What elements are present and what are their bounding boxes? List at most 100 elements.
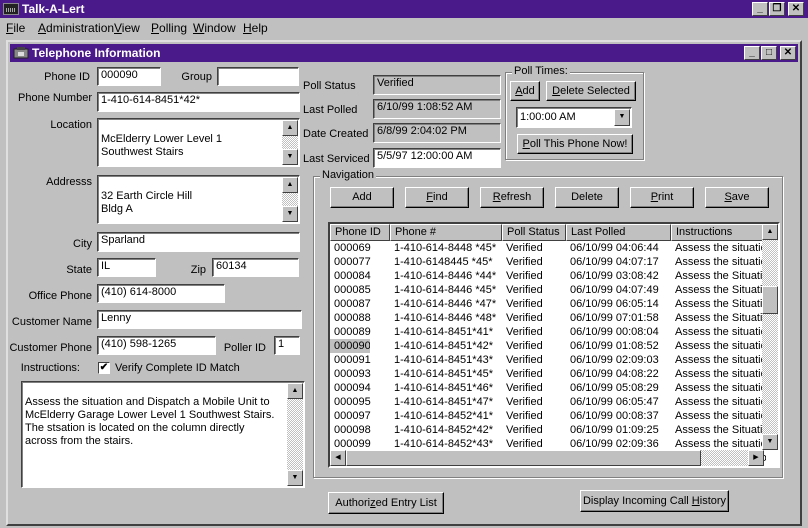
child-maximize-button[interactable]: □ [761,46,777,60]
customer-name-field[interactable]: Lenny [97,310,302,329]
office-phone-label: Office Phone [28,290,92,302]
table-cell: 1-410-614-8446 *48* [394,312,497,324]
group-field[interactable] [217,67,299,86]
verify-id-checkbox[interactable]: ✔ [98,362,110,374]
scroll-up-icon[interactable]: ▲ [762,224,778,240]
scroll-down-icon[interactable]: ▼ [287,470,303,486]
phone-id-field[interactable]: 000090 [97,67,161,86]
menu-help[interactable]: Help [243,21,268,35]
scroll-up-icon[interactable]: ▲ [282,120,298,136]
table-cell: 1-410-614-8452*42* [394,424,494,436]
nav-refresh-button[interactable]: Refresh [480,187,544,208]
poll-this-phone-now-button[interactable]: Poll This Phone Now! [517,134,633,154]
column-header-instructions[interactable]: Instructions [671,224,766,241]
table-row[interactable]: 000085 1-410-614-8446 *45* Verified 06/10/9… [330,283,766,297]
table-cell: 1-410-614-8446 *47* [394,298,497,310]
customer-phone-label: Customer Phone [9,342,92,354]
location-textarea[interactable]: McElderry Lower Level 1 Southwest Stairs… [97,118,300,167]
table-row[interactable]: 000093 1-410-614-8451*45* Verified 06/10/99… [330,367,766,381]
table-cell: 000091 [334,354,371,366]
menu-file[interactable]: File [6,21,25,35]
scroll-thumb[interactable] [346,450,701,466]
table-row[interactable]: 000098 1-410-614-8452*42* Verified 06/10/99… [330,423,766,437]
grid-vertical-scrollbar[interactable]: ▲ ▼ [762,224,778,450]
instructions-textarea[interactable]: Assess the situation and Dispatch a Mobi… [21,381,305,488]
address-scrollbar[interactable]: ▲ ▼ [282,177,298,222]
office-phone-field[interactable]: (410) 614-8000 [97,284,225,303]
scroll-left-icon[interactable]: ◀ [330,450,346,466]
table-cell: 000097 [334,410,371,422]
table-row[interactable]: 000091 1-410-614-8451*43* Verified 06/10/99… [330,353,766,367]
last-serviced-field[interactable]: 5/5/97 12:00:00 AM [373,148,501,168]
nav-find-button[interactable]: Find [405,187,469,208]
table-row[interactable]: 000077 1-410-6148445 *45* Verified 06/10/99… [330,255,766,269]
table-cell: 06/10/99 05:08:29 [570,382,659,394]
table-cell: 06/10/99 04:06:44 [570,242,659,254]
nav-add-button[interactable]: Add [330,187,394,208]
poll-time-add-button[interactable]: Add [510,81,540,101]
close-button[interactable]: ✕ [788,2,804,16]
table-row[interactable]: 000097 1-410-614-8452*41* Verified 06/10/99… [330,409,766,423]
poller-id-field[interactable]: 1 [274,336,300,355]
zip-field[interactable]: 60134 [212,258,299,277]
menu-administration[interactable]: Administration [38,21,114,35]
delete-selected-button[interactable]: Delete Selected [546,81,636,101]
nav-delete-button[interactable]: Delete [555,187,619,208]
scroll-up-icon[interactable]: ▲ [282,177,298,193]
menu-bar: File Administration View Polling Window Help [0,18,808,38]
phones-grid[interactable]: Phone ID Phone # Poll Status Last Polled Ins… [328,222,780,468]
state-field[interactable]: IL [97,258,156,277]
scroll-thumb[interactable] [762,286,778,314]
table-row[interactable]: 000089 1-410-614-8451*41* Verified 06/10/99… [330,325,766,339]
table-row[interactable]: 000088 1-410-614-8446 *48* Verified 06/10/9… [330,311,766,325]
grid-horizontal-scrollbar[interactable]: ◀ ▶ [330,450,764,466]
menu-view[interactable]: View [114,21,140,35]
column-header-poll-status[interactable]: Poll Status [502,224,566,241]
minimize-button[interactable]: _ [752,2,768,16]
table-cell: 1-410-614-8452*41* [394,410,494,422]
table-cell: Verified [506,312,543,324]
child-close-button[interactable]: ✕ [780,46,796,60]
table-cell: Assess the Situatic [675,424,766,436]
column-header-last-polled[interactable]: Last Polled [566,224,671,241]
phone-number-field[interactable]: 1-410-614-8451*42* [97,92,300,112]
menu-window[interactable]: Window [193,21,236,35]
scroll-right-icon[interactable]: ▶ [748,450,764,466]
child-title: Telephone Information [32,46,161,60]
customer-phone-field[interactable]: (410) 598-1265 [97,336,216,355]
table-row[interactable]: 000094 1-410-614-8451*46* Verified 06/10/99… [330,381,766,395]
display-incoming-call-history-button[interactable]: Display Incoming Call History [580,490,729,512]
scroll-down-icon[interactable]: ▼ [282,206,298,222]
scroll-up-icon[interactable]: ▲ [287,383,303,399]
table-cell: Assess the Situatic [675,298,766,310]
address-text: 32 Earth Circle Hill Bldg A [101,190,193,215]
nav-save-button[interactable]: Save [705,187,769,208]
authorized-entry-list-button[interactable]: Authorized Entry List [328,492,444,514]
table-row[interactable]: 000084 1-410-614-8446 *44* Verified 06/10/9… [330,269,766,283]
city-field[interactable]: Sparland [97,232,300,252]
table-row[interactable]: 000090 1-410-614-8451*42* Verified 06/10/99… [330,339,766,353]
scroll-down-icon[interactable]: ▼ [282,149,298,165]
column-header-phone-id[interactable]: Phone ID [330,224,390,241]
table-cell: Verified [506,410,543,422]
scroll-down-icon[interactable]: ▼ [762,434,778,450]
poll-time-select[interactable]: 1:00:00 AM ▼ [516,107,632,128]
zip-label: Zip [190,264,206,276]
table-row[interactable]: 000069 1-410-614-8448 *45* Verified 06/10/9… [330,241,766,255]
table-cell: 000098 [334,424,371,436]
location-scrollbar[interactable]: ▲ ▼ [282,120,298,165]
address-textarea[interactable]: 32 Earth Circle Hill Bldg A ▲ ▼ [97,175,300,224]
table-row[interactable]: 000087 1-410-614-8446 *47* Verified 06/10/9… [330,297,766,311]
date-created-label: Date Created [303,128,369,140]
menu-polling[interactable]: Polling [151,21,187,35]
table-cell: 000094 [334,382,371,394]
instructions-scrollbar[interactable]: ▲ ▼ [287,383,303,486]
chevron-down-icon[interactable]: ▼ [614,109,630,126]
column-header-phone-[interactable]: Phone # [390,224,502,241]
table-row[interactable]: 000099 1-410-614-8452*43* Verified 06/10/99… [330,437,766,451]
nav-print-button[interactable]: Print [630,187,694,208]
table-row[interactable]: 000095 1-410-614-8451*47* Verified 06/10/99… [330,395,766,409]
date-created-field: 6/8/99 2:04:02 PM [373,123,501,143]
restore-button[interactable]: ❐ [769,2,785,16]
child-minimize-button[interactable]: _ [744,46,760,60]
